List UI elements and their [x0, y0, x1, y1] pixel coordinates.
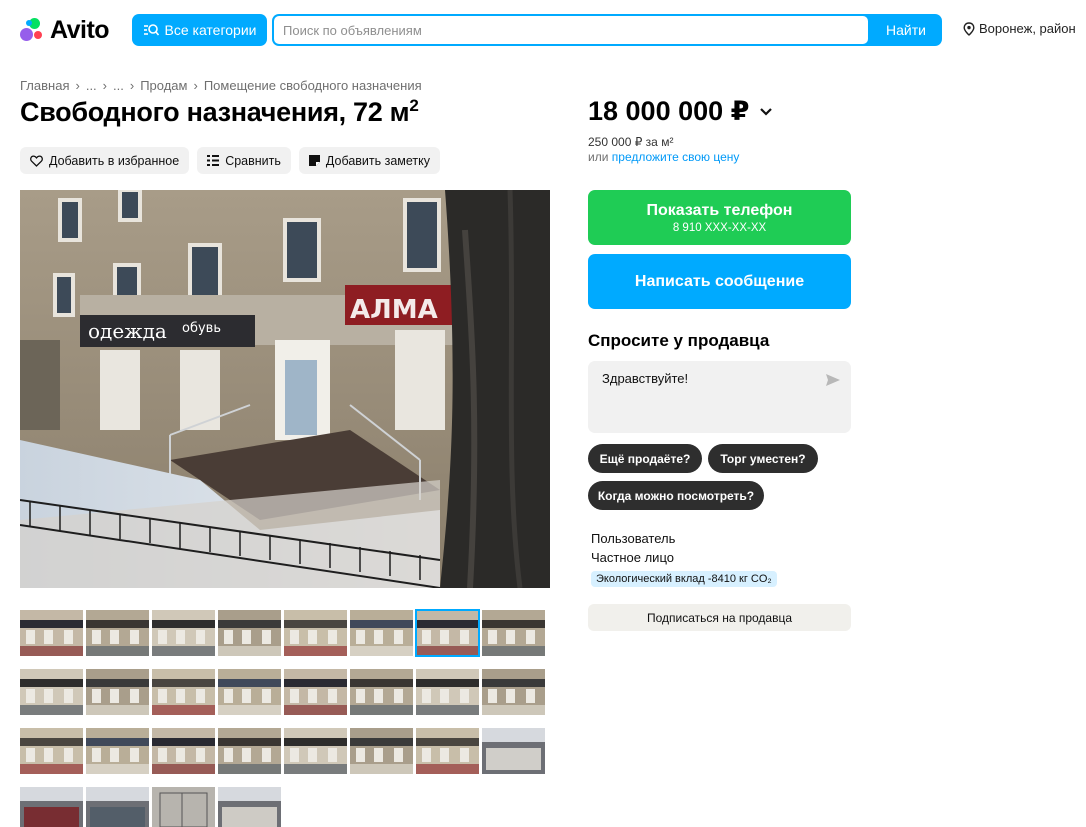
add-note-button[interactable]: Добавить заметку [298, 147, 441, 174]
phone-masked: 8 910 XXX-XX-XX [672, 221, 767, 234]
all-categories-label: Все категории [164, 22, 257, 38]
quick-question-bargain[interactable]: Торг уместен? [708, 444, 818, 473]
show-phone-label: Показать телефон [646, 201, 793, 219]
note-icon [308, 155, 320, 166]
location-label: Воронеж, район [979, 21, 1076, 36]
page-title: Свободного назначения, 72 м2 [20, 96, 419, 128]
photo-thumbnail[interactable] [20, 728, 83, 774]
photo-thumbnail[interactable] [152, 610, 215, 656]
photo-thumbnail[interactable] [86, 787, 149, 827]
breadcrumb-item-sell[interactable]: Продам [140, 78, 187, 93]
ask-message-input[interactable] [588, 361, 851, 433]
svg-text:АЛМА: АЛМА [350, 295, 438, 325]
photo-thumbnail[interactable] [284, 728, 347, 774]
breadcrumb-item-ellipsis[interactable]: ... [113, 78, 124, 93]
title-text: Свободного назначения, 72 м [20, 97, 410, 127]
breadcrumb-item-ellipsis[interactable]: ... [86, 78, 97, 93]
all-categories-button[interactable]: Все категории [132, 14, 267, 46]
location-pin-icon [963, 21, 975, 36]
price-per-m2: 250 000 ₽ за м² [588, 135, 674, 149]
photo-thumbnail[interactable] [86, 610, 149, 656]
photo-thumbnail[interactable] [416, 728, 479, 774]
avito-logo[interactable]: Avito [20, 16, 110, 45]
photo-thumbnail[interactable] [152, 787, 215, 827]
photo-thumbnail[interactable] [86, 728, 149, 774]
photo-thumbnail[interactable] [415, 609, 480, 657]
seller-name[interactable]: Пользователь [591, 531, 675, 546]
photo-thumbnail[interactable] [350, 728, 413, 774]
add-note-label: Добавить заметку [325, 153, 431, 168]
photo-thumbnail[interactable] [20, 669, 83, 715]
photo-thumbnail[interactable] [20, 787, 83, 827]
building-photo-image: АЛМА одежда обувь [20, 190, 550, 588]
photo-thumbnail[interactable] [218, 728, 281, 774]
photo-thumbnail[interactable] [218, 787, 281, 827]
photo-thumbnail[interactable] [284, 669, 347, 715]
photo-thumbnail[interactable] [86, 669, 149, 715]
favorites-label: Добавить в избранное [49, 153, 180, 168]
compare-icon [207, 155, 220, 166]
photo-thumbnail[interactable] [482, 728, 545, 774]
show-phone-button[interactable]: Показать телефон 8 910 XXX-XX-XX [588, 190, 851, 245]
chevron-right-icon: › [102, 78, 108, 93]
chevron-down-icon[interactable] [759, 107, 773, 117]
breadcrumb-item-category[interactable]: Помещение свободного назначения [204, 78, 422, 93]
photo-thumbnail[interactable] [482, 610, 545, 656]
chevron-right-icon: › [75, 78, 80, 93]
seller-type: Частное лицо [591, 550, 674, 565]
breadcrumb-item-home[interactable]: Главная [20, 78, 69, 93]
photo-thumbnail[interactable] [20, 610, 83, 656]
search-input[interactable] [274, 16, 868, 44]
offer-price-link[interactable]: предложите свою цену [612, 150, 740, 164]
price: 18 000 000 ₽ [588, 96, 773, 127]
photo-thumbnail[interactable] [218, 610, 281, 656]
svg-text:одежда: одежда [88, 319, 167, 343]
listing-actions: Добавить в избранное Сравнить Добавить з… [20, 147, 441, 174]
quick-question-still-selling[interactable]: Ещё продаёте? [588, 444, 702, 473]
quick-question-viewing[interactable]: Когда можно посмотреть? [588, 481, 764, 510]
photo-thumbnail[interactable] [350, 610, 413, 656]
location-selector[interactable]: Воронеж, район [963, 21, 1076, 36]
chevron-right-icon: › [129, 78, 135, 93]
ask-seller-box [588, 361, 851, 433]
photo-thumbnail[interactable] [416, 669, 479, 715]
offer-prefix: или [588, 150, 609, 164]
photo-thumbnail[interactable] [218, 669, 281, 715]
photo-thumbnail[interactable] [350, 669, 413, 715]
compare-label: Сравнить [225, 153, 281, 168]
catalog-search-icon [143, 24, 159, 36]
ask-seller-title: Спросите у продавца [588, 331, 770, 350]
title-superscript: 2 [409, 96, 419, 115]
photo-thumbnail[interactable] [284, 610, 347, 656]
write-message-button[interactable]: Написать сообщение [588, 254, 851, 309]
heart-icon [30, 155, 43, 167]
price-value: 18 000 000 ₽ [588, 96, 750, 126]
chevron-right-icon: › [193, 78, 198, 93]
main-photo[interactable]: АЛМА одежда обувь [20, 190, 550, 588]
compare-button[interactable]: Сравнить [197, 147, 291, 174]
photo-thumbnail[interactable] [482, 669, 545, 715]
photo-thumbnail[interactable] [152, 669, 215, 715]
svg-text:обувь: обувь [182, 321, 221, 336]
price-offer: или предложите свою цену [588, 150, 739, 164]
search-bar: Найти [272, 14, 942, 46]
send-icon[interactable] [825, 373, 841, 387]
logo-text: Avito [50, 16, 110, 44]
logo-dots-icon [20, 17, 46, 44]
add-to-favorites-button[interactable]: Добавить в избранное [20, 147, 190, 174]
subscribe-seller-button[interactable]: Подписаться на продавца [588, 604, 851, 631]
search-button[interactable]: Найти [870, 14, 942, 46]
eco-badge[interactable]: Экологический вклад -8410 кг CO₂ [591, 571, 777, 587]
photo-thumbnail[interactable] [152, 728, 215, 774]
breadcrumb: Главная › ... › ... › Продам › Помещение… [20, 78, 422, 93]
